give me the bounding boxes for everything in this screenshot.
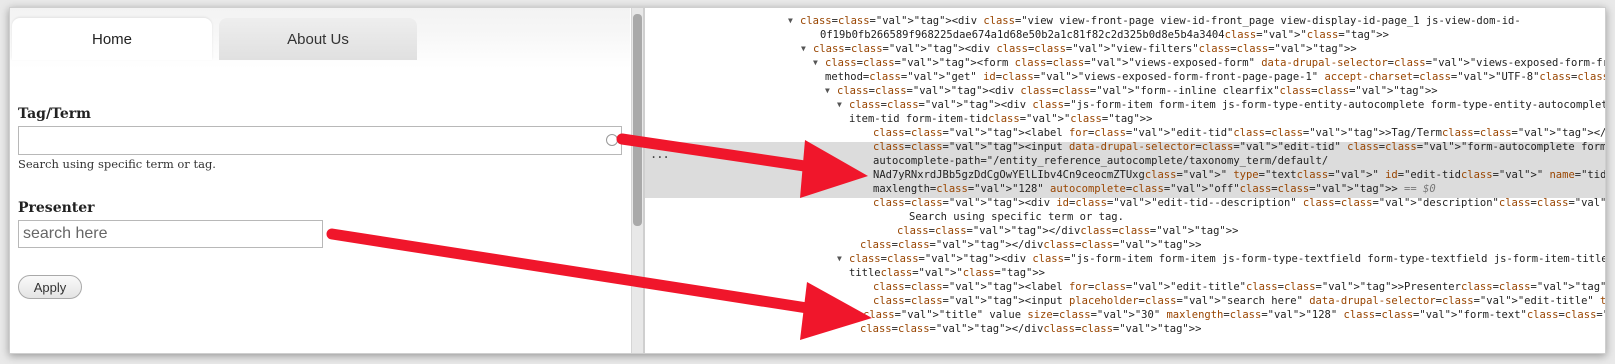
dom-tree-line-text: method=class="val">"get" id=class="val">…: [825, 71, 1606, 83]
dom-tree-line[interactable]: ▼ class=class="val">"tag"><div class="js-…: [837, 252, 1606, 266]
dom-tree-line[interactable]: ▼ class=class="val">"tag"><form class=cla…: [813, 56, 1605, 70]
dom-tree-line-text: 0f19b0fb266589f968225dae674a1d68e50b2a1c…: [820, 29, 1389, 41]
dom-tree-line-text: class="val">"title" value size=class="va…: [863, 309, 1605, 321]
presenter-input[interactable]: [18, 220, 323, 248]
dom-tree-line-text: Search using specific term or tag.: [909, 211, 1124, 223]
dom-tree-line[interactable]: class="val">"title" value size=class="va…: [863, 308, 1605, 322]
page-viewport: Home About Us Tag/Term Search using spec…: [10, 8, 630, 353]
screenshot-frame: Home About Us Tag/Term Search using spec…: [9, 7, 1606, 354]
dom-tree-line[interactable]: class=class="val">"tag"><label for=class…: [873, 280, 1606, 294]
expand-triangle-icon[interactable]: ▼: [837, 98, 842, 112]
dom-tree-line[interactable]: class=class="val">"tag"><input data-drup…: [873, 140, 1606, 154]
dom-tree-line[interactable]: item-tid form-item-tidclass="val">"class…: [849, 112, 1152, 126]
expand-triangle-icon[interactable]: ▼: [788, 14, 793, 28]
autocomplete-throbber-icon: [606, 134, 618, 146]
dom-tree-line-text: class=class="val">"tag"></divclass=class…: [860, 323, 1202, 335]
dom-tree-line-text: class=class="val">"tag"><div class="view…: [800, 15, 1521, 27]
dom-tree-line-text: item-tid form-item-tidclass="val">"class…: [849, 113, 1153, 125]
node-ellipsis-icon[interactable]: ...: [650, 147, 670, 161]
dom-tree-line[interactable]: class=class="val">"tag"><label for=class…: [873, 126, 1606, 140]
tab-home[interactable]: Home: [12, 18, 212, 60]
dom-tree-line-text: titleclass="val">"class="tag">>: [849, 267, 1045, 279]
apply-button[interactable]: Apply: [18, 275, 82, 299]
dom-tree-line[interactable]: ▼ class=class="val">"tag"><div class="js-…: [837, 98, 1606, 112]
expand-triangle-icon[interactable]: ▼: [813, 56, 818, 70]
dom-tree-line[interactable]: ▼ class=class="val">"tag"><div class=clas…: [801, 42, 1357, 56]
tag-term-description: Search using specific term or tag.: [18, 157, 216, 171]
dom-tree-line-text: class=class="val">"tag"><div class=class…: [837, 85, 1438, 97]
dom-tree-line-text: class=class="val">"tag"><form class=clas…: [825, 57, 1605, 69]
expand-triangle-icon[interactable]: ▼: [825, 84, 830, 98]
devtools-elements-panel: ... ▼ class=class="val">"tag"><div class=…: [645, 8, 1606, 353]
dom-tree-line-text: class=class="val">"tag"><div class="js-f…: [849, 253, 1606, 265]
tab-about-us[interactable]: About Us: [219, 18, 417, 60]
tag-term-input[interactable]: [18, 126, 622, 155]
dom-tree-line-text: class=class="val">"tag"></divclass=class…: [897, 225, 1239, 237]
dom-tree-line[interactable]: class=class="val">"tag"></divclass=class…: [897, 224, 1238, 238]
dom-tree-line-text: autocomplete-path="/entity_reference_aut…: [873, 155, 1329, 167]
dom-tree-line[interactable]: method=class="val">"get" id=class="val">…: [825, 70, 1606, 84]
dom-tree-line[interactable]: class=class="val">"tag"></divclass=class…: [860, 238, 1201, 252]
expand-triangle-icon[interactable]: ▼: [801, 42, 806, 56]
tag-term-label: Tag/Term: [18, 106, 91, 122]
dom-tree-line[interactable]: NAd7yRNxrdJBb5gzDdCgOwYElLIbv4Cn9ceocmZT…: [873, 168, 1606, 182]
dom-tree-line[interactable]: ▼ class=class="val">"tag"><div class="vie…: [788, 14, 1521, 28]
dom-tree-line[interactable]: class=class="val">"tag"><div id=class="v…: [873, 196, 1606, 210]
presenter-label: Presenter: [18, 200, 95, 216]
dom-tree-line-text: NAd7yRNxrdJBb5gzDdCgOwYElLIbv4Cn9ceocmZT…: [873, 169, 1606, 181]
dom-tree-line-text: class=class="val">"tag"><div class=class…: [813, 43, 1357, 55]
dom-tree-line[interactable]: class=class="val">"tag"><input placehold…: [873, 294, 1606, 308]
dom-tree-line[interactable]: class=class="val">"tag"></divclass=class…: [860, 322, 1201, 336]
dom-tree-line[interactable]: autocomplete-path="/entity_reference_aut…: [873, 154, 1328, 168]
tab-bar: Home About Us: [10, 8, 630, 68]
dom-tree-line-text: class=class="val">"tag"><label for=class…: [873, 281, 1606, 293]
dom-tree-line-text: class=class="val">"tag"><label for=class…: [873, 127, 1606, 139]
dom-tree-line-text: class=class="val">"tag"><input placehold…: [873, 295, 1606, 307]
page-scrollbar-thumb[interactable]: [633, 14, 642, 226]
dom-tree-line[interactable]: 0f19b0fb266589f968225dae674a1d68e50b2a1c…: [820, 28, 1389, 42]
dom-tree-line-text: class=class="val">"tag"><input data-drup…: [873, 141, 1606, 153]
dom-tree-line[interactable]: Search using specific term or tag.: [909, 210, 1124, 224]
dom-tree-line-text: maxlength=class="val">"128" autocomplete…: [873, 183, 1436, 195]
expand-triangle-icon[interactable]: ▼: [837, 252, 842, 266]
dom-tree-line-text: class=class="val">"tag"><div class="js-f…: [849, 99, 1606, 111]
dom-tree-line[interactable]: ▼ class=class="val">"tag"><div class=clas…: [825, 84, 1438, 98]
dom-tree-line-text: class=class="val">"tag"></divclass=class…: [860, 239, 1202, 251]
dom-tree-line[interactable]: maxlength=class="val">"128" autocomplete…: [873, 182, 1436, 196]
dom-tree-line[interactable]: titleclass="val">"class="tag">>: [849, 266, 1045, 280]
dom-tree-line-text: class=class="val">"tag"><div id=class="v…: [873, 197, 1606, 209]
